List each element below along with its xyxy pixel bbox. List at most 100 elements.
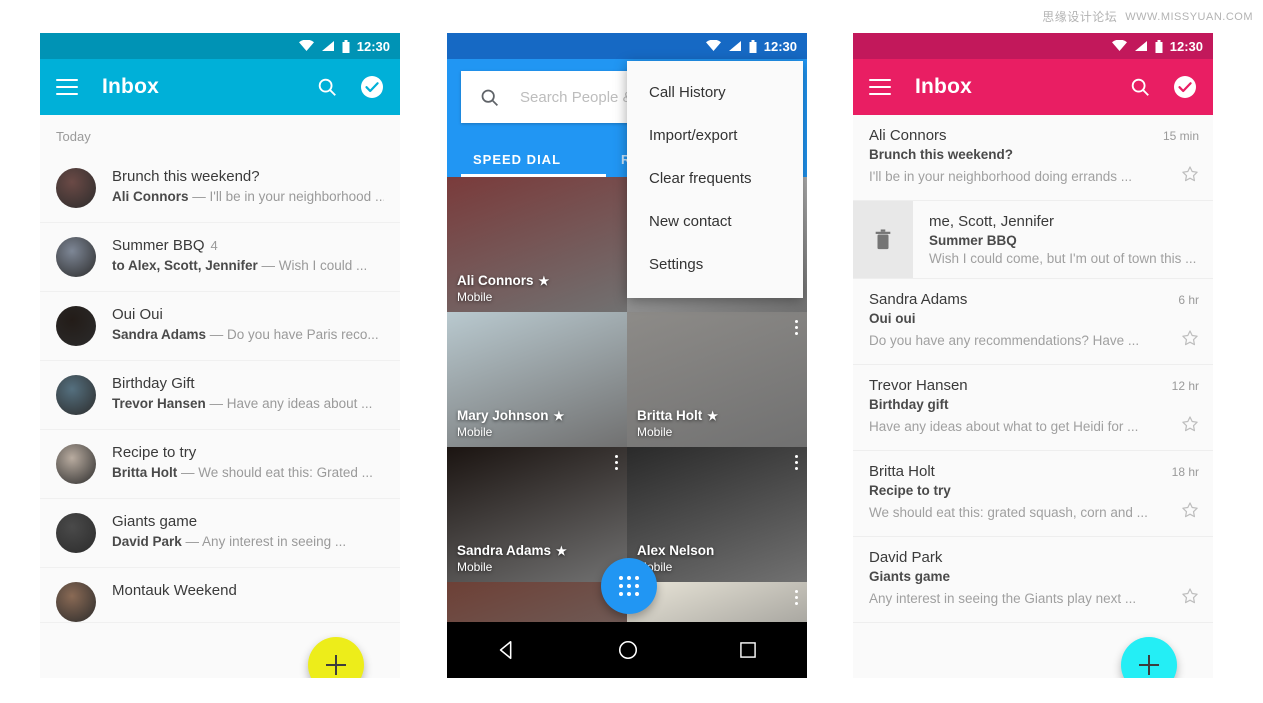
conversation-body: David Park Giants game Any interest in see… [853, 537, 1213, 622]
conversation-row[interactable]: David Park Giants game Any interest in see… [853, 537, 1213, 623]
signal-icon [321, 41, 334, 51]
menu-item-1[interactable]: Import/export [627, 114, 803, 157]
conversation-snippet-row: Any interest in seeing the Giants play n… [869, 587, 1199, 610]
contact-tile-britta-holt[interactable]: Britta Holt ★ Mobile [627, 312, 807, 447]
message-sender: Sandra Adams [112, 327, 207, 342]
message-subject: Oui Oui [112, 306, 163, 323]
app-toolbar: Inbox [40, 59, 400, 115]
trash-icon[interactable] [853, 201, 913, 278]
contact-phone-type: Mobile [457, 560, 493, 574]
search-icon[interactable] [1129, 76, 1151, 98]
search-icon[interactable] [316, 76, 338, 98]
avatar-david-park[interactable] [56, 513, 96, 553]
conversation-subject: Oui oui [869, 311, 916, 326]
message-sender: Ali Connors [112, 189, 189, 204]
conversation-header: Ali Connors 15 min [869, 127, 1199, 144]
watermark-url: WWW.MISSYUAN.COM [1125, 10, 1253, 23]
conversation-row[interactable]: me, Scott, Jennifer Summer BBQ Wish I coul… [853, 201, 1213, 279]
status-time: 12:30 [1169, 38, 1203, 54]
conversation-body: Britta Holt 18 hr Recipe to try We should e… [853, 451, 1213, 536]
page-title: Inbox [915, 75, 972, 98]
tab-speed-dial[interactable]: SPEED DIAL [447, 133, 561, 177]
check-circle-icon[interactable] [1173, 75, 1197, 99]
conversation-rows: Ali Connors 15 min Brunch this weekend? I'l… [853, 115, 1213, 623]
star-icon: ★ [538, 273, 550, 288]
conversation-row[interactable]: Britta Holt 18 hr Recipe to try We should e… [853, 451, 1213, 537]
menu-item-3[interactable]: New contact [627, 200, 803, 243]
message-row[interactable]: Montauk Weekend [40, 568, 400, 623]
message-subject: Summer BBQ 4 [112, 237, 218, 254]
contact-tile-alex-nelson[interactable]: Alex Nelson Mobile [627, 447, 807, 582]
message-text: Birthday Gift Trevor Hansen — Have any id… [112, 375, 384, 411]
star-icon: ★ [556, 543, 567, 558]
message-row[interactable]: Oui Oui Sandra Adams — Do you have Paris … [40, 292, 400, 361]
page-title: Inbox [102, 75, 159, 98]
message-sender: Britta Holt [112, 465, 178, 480]
contact-tile-mary-johnson[interactable]: Mary Johnson ★ Mobile [447, 312, 627, 447]
message-row[interactable]: Summer BBQ 4 to Alex, Scott, Jennifer — Wi… [40, 223, 400, 292]
message-text: Oui Oui Sandra Adams — Do you have Paris … [112, 306, 384, 342]
plus-icon [326, 655, 346, 675]
conversation-snippet: Do you have any recommendations? Have ..… [869, 333, 1140, 348]
avatar-ali-connors[interactable] [56, 168, 96, 208]
overflow-kebab-icon[interactable] [795, 455, 798, 470]
phone-right-gmail-inbox: 12:30 Inbox Ali Connors 15 min Brunch this… [853, 33, 1213, 678]
conversation-snippet: I'll be in your neighborhood doing erran… [869, 169, 1132, 184]
conversation-sender: Sandra Adams [869, 291, 968, 308]
avatar-sandra-adams[interactable] [56, 306, 96, 346]
search-input[interactable]: Search People & [520, 89, 633, 106]
recents-square-icon[interactable] [738, 640, 758, 660]
overflow-kebab-icon[interactable] [615, 455, 618, 470]
contact-name: Britta Holt ★ [637, 408, 719, 423]
message-row[interactable]: Recipe to try Britta Holt — We should eat… [40, 430, 400, 499]
star-outline-icon[interactable] [1181, 587, 1199, 610]
message-snippet: Sandra Adams — Do you have Paris reco... [112, 327, 379, 342]
star-outline-icon[interactable] [1181, 501, 1199, 524]
dialpad-fab[interactable] [601, 558, 657, 614]
menu-item-0[interactable]: Call History [627, 71, 803, 114]
conversation-subject: Giants game [869, 569, 951, 584]
wifi-icon [705, 40, 721, 51]
avatar-montauk[interactable] [56, 582, 96, 622]
conversation-header: David Park [869, 549, 1199, 566]
hamburger-icon[interactable] [56, 79, 78, 95]
message-count: 4 [210, 238, 218, 253]
home-circle-icon[interactable] [617, 639, 639, 661]
compose-fab[interactable] [308, 637, 364, 678]
message-sender: to Alex, Scott, Jennifer [112, 258, 258, 273]
conversation-snippet: We should eat this: grated squash, corn … [869, 505, 1148, 520]
star-outline-icon[interactable] [1181, 329, 1199, 352]
inbox-list[interactable]: Today Brunch this weekend? Ali Connors — … [40, 115, 400, 678]
message-row[interactable]: Giants game David Park — Any interest in … [40, 499, 400, 568]
back-triangle-icon[interactable] [496, 639, 518, 661]
conversation-row[interactable]: Sandra Adams 6 hr Oui oui Do you have any r… [853, 279, 1213, 365]
message-subject: Brunch this weekend? [112, 168, 260, 185]
avatar-scott[interactable] [56, 237, 96, 277]
star-outline-icon[interactable] [1181, 165, 1199, 188]
search-icon[interactable] [479, 87, 500, 108]
phone-middle-dialer: 12:30 Search People & SPEED DIAL RECENTS… [447, 33, 807, 678]
compose-fab[interactable] [1121, 637, 1177, 678]
menu-item-2[interactable]: Clear frequents [627, 157, 803, 200]
hamburger-icon[interactable] [869, 79, 891, 95]
overflow-kebab-icon[interactable] [795, 320, 798, 335]
contact-tile-partial-left[interactable] [447, 582, 627, 622]
menu-item-4[interactable]: Settings [627, 243, 803, 286]
contact-phone-type: Mobile [637, 425, 673, 439]
contact-tile-ali-connors[interactable]: Ali Connors ★ Mobile [447, 177, 627, 312]
conversation-list[interactable]: Ali Connors 15 min Brunch this weekend? I'l… [853, 115, 1213, 678]
check-circle-icon[interactable] [360, 75, 384, 99]
star-outline-icon[interactable] [1181, 415, 1199, 438]
message-row[interactable]: Brunch this weekend? Ali Connors — I'll b… [40, 154, 400, 223]
overflow-kebab-icon[interactable] [795, 590, 798, 605]
avatar-trevor-hansen[interactable] [56, 375, 96, 415]
conversation-row[interactable]: Ali Connors 15 min Brunch this weekend? I'l… [853, 115, 1213, 201]
conversation-time: 15 min [1162, 129, 1199, 143]
contact-tile-sandra-adams[interactable]: Sandra Adams ★ Mobile [447, 447, 627, 582]
contact-phone-type: Mobile [457, 425, 493, 439]
message-row[interactable]: Birthday Gift Trevor Hansen — Have any id… [40, 361, 400, 430]
battery-icon [749, 39, 757, 53]
conversation-row[interactable]: Trevor Hansen 12 hr Birthday gift Have any … [853, 365, 1213, 451]
avatar-britta-holt[interactable] [56, 444, 96, 484]
overflow-menu[interactable]: Call History Import/export Clear frequents… [627, 61, 803, 298]
